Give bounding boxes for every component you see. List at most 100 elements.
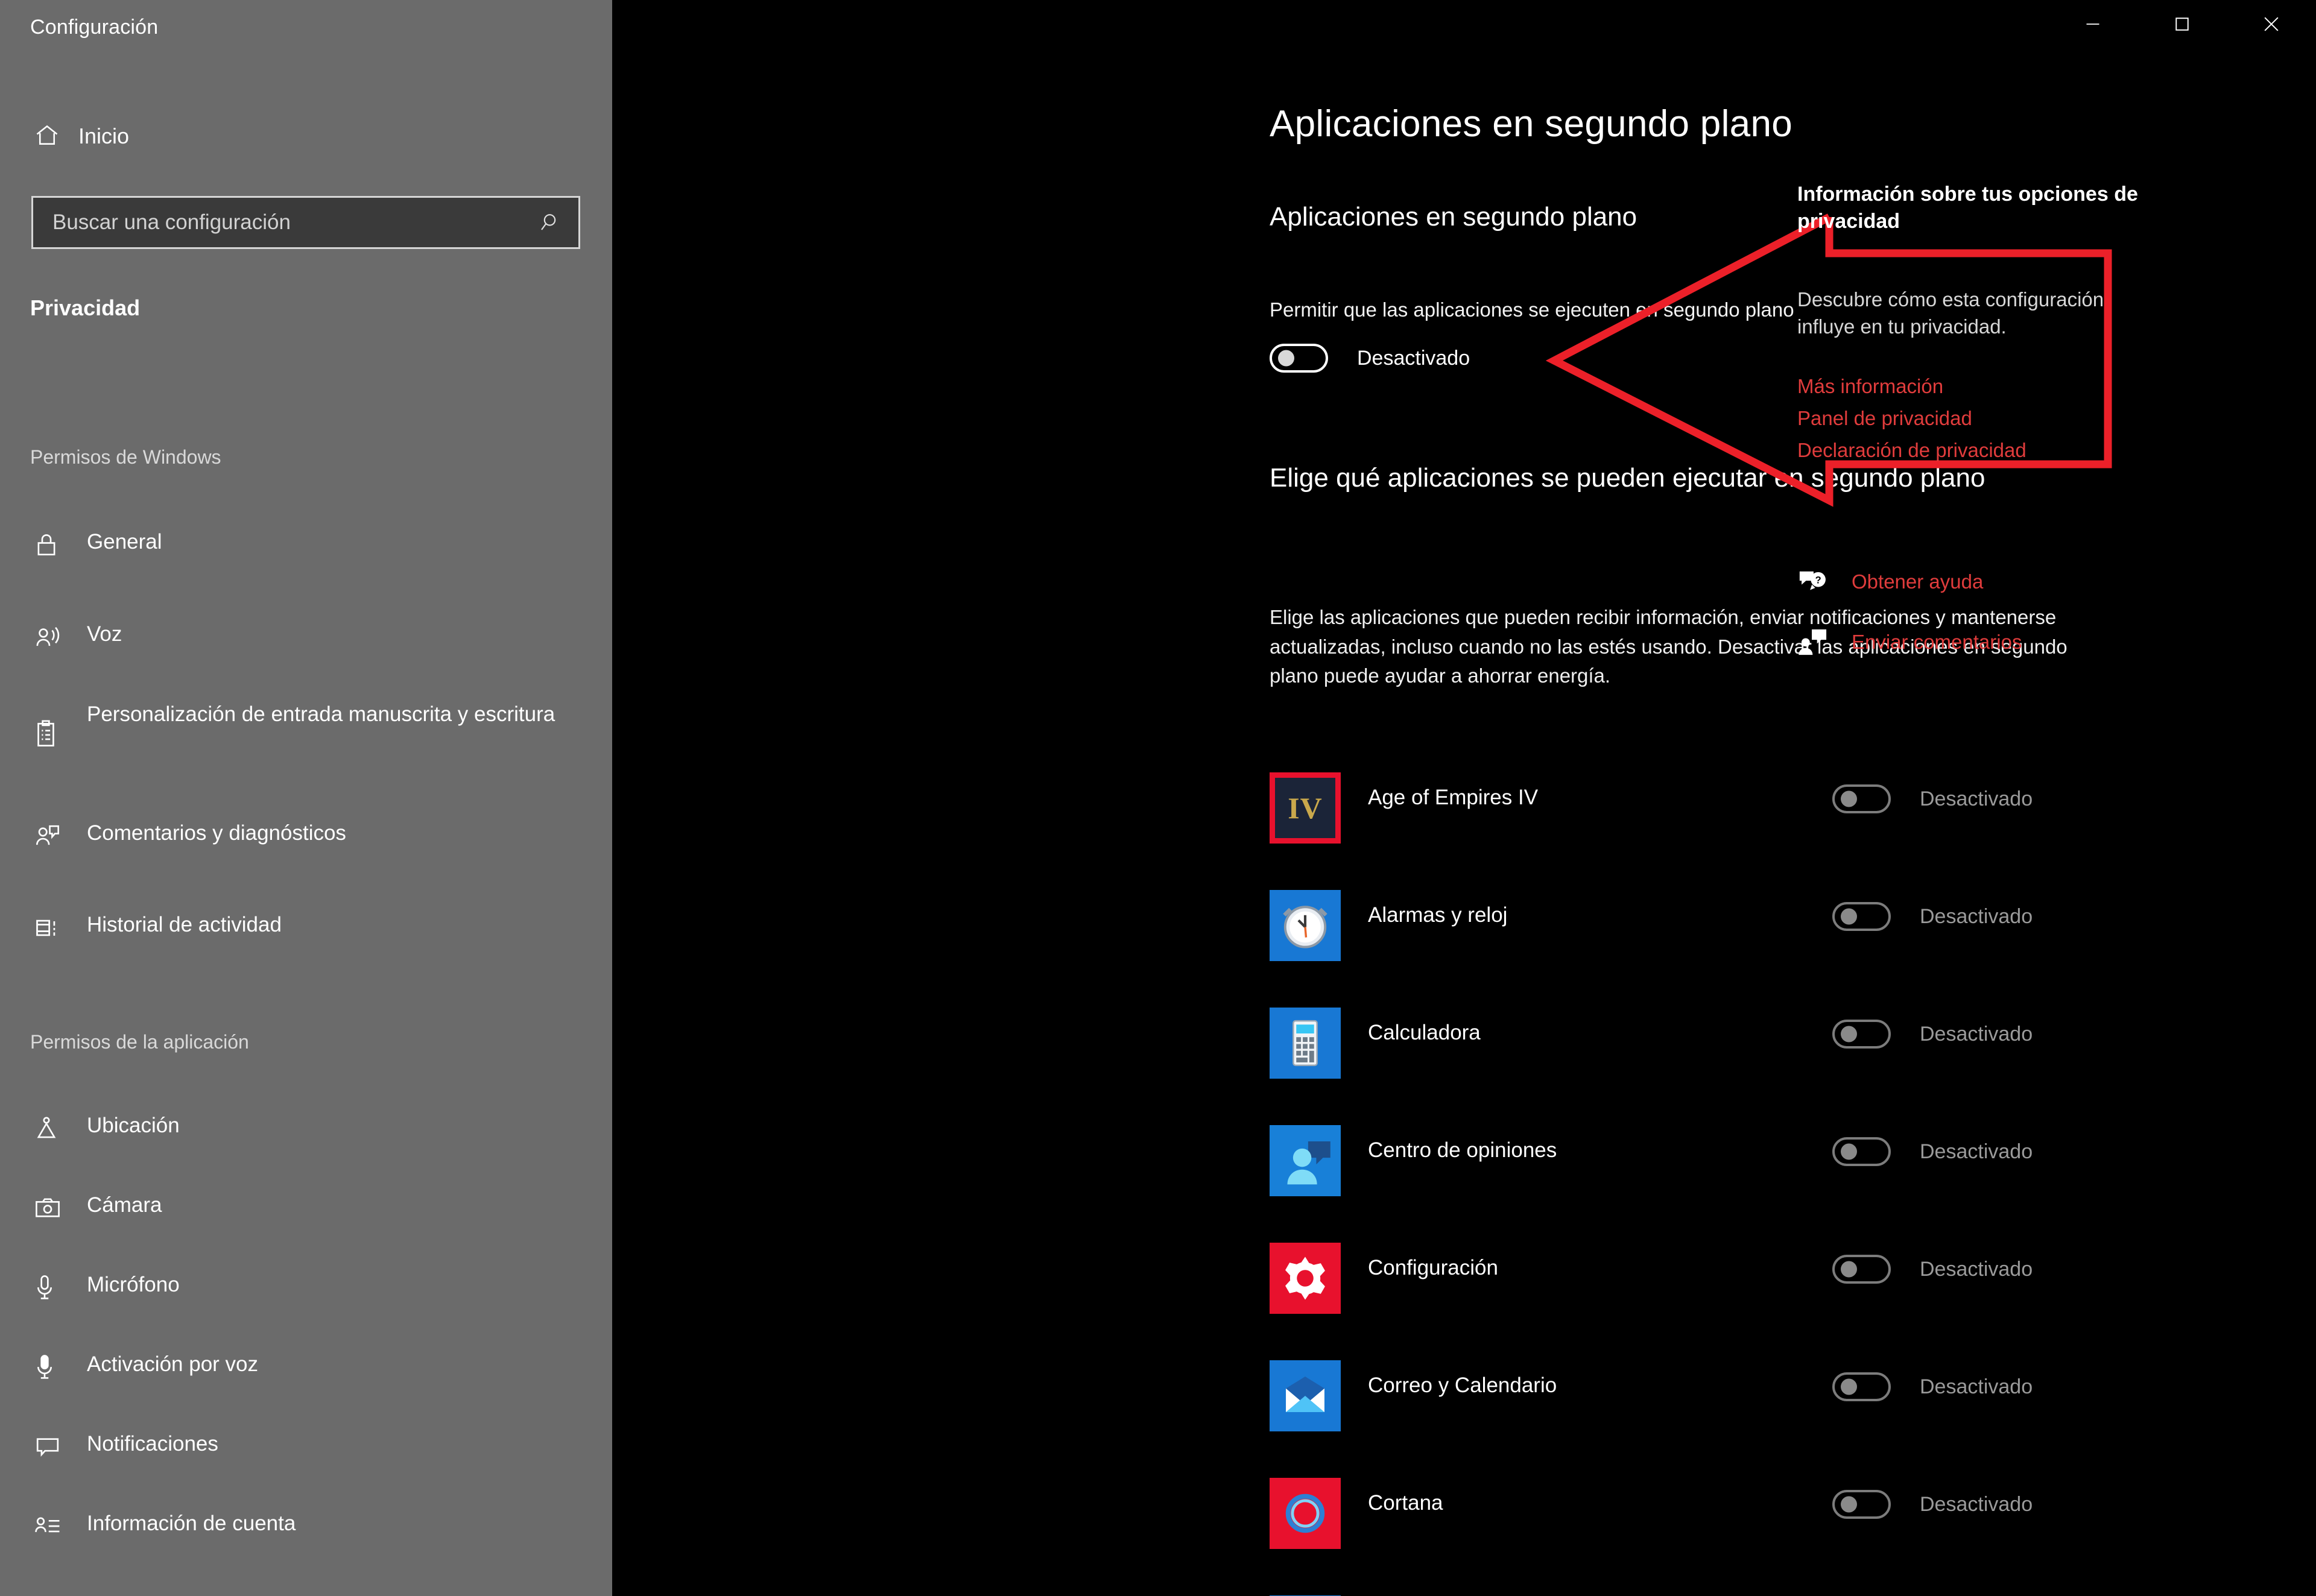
feedback-hub-icon	[1270, 1125, 1341, 1196]
app-name: Cortana	[1368, 1491, 1443, 1515]
get-help-action[interactable]: ? Obtener ayuda	[1797, 567, 1983, 597]
app-toggle-row: Desactivado	[1832, 1137, 2033, 1166]
toggle-knob	[1841, 1496, 1857, 1513]
app-name: Age of Empires IV	[1368, 786, 1539, 809]
sidebar-item-personalizacion-escritura[interactable]: Personalización de entrada manuscrita y …	[21, 692, 587, 760]
get-help-label: Obtener ayuda	[1852, 570, 1984, 593]
sidebar-item-voz[interactable]: Voz	[21, 612, 587, 663]
sidebar-group-heading-windows: Permisos de Windows	[30, 446, 221, 468]
app-name: Correo y Calendario	[1368, 1374, 1557, 1397]
sidebar-item-label: Voz	[87, 622, 122, 646]
sidebar-category-title: Privacidad	[30, 295, 141, 320]
send-feedback-action[interactable]: Enviar comentarios	[1797, 627, 2022, 657]
settings-window: Configuración Inicio Privacidad Permisos…	[0, 0, 2316, 1596]
clipboard-list-icon	[34, 718, 74, 751]
sidebar-item-label: Historial de actividad	[87, 913, 282, 936]
sidebar-group-heading-app: Permisos de la aplicación	[30, 1031, 249, 1053]
settings-gear-icon	[1270, 1243, 1341, 1314]
sidebar-item-label: Cámara	[87, 1193, 162, 1217]
app-toggle[interactable]	[1832, 1490, 1891, 1519]
lock-icon	[34, 528, 74, 562]
app-name: Centro de opiniones	[1368, 1138, 1557, 1162]
app-toggle-state: Desactivado	[1920, 1140, 2033, 1163]
master-toggle-row: Desactivado	[1270, 344, 1470, 373]
app-toggle[interactable]	[1832, 902, 1891, 931]
app-toggle-row: Desactivado	[1832, 1490, 2033, 1519]
toggle-knob	[1841, 1261, 1857, 1278]
toggle-knob	[1278, 350, 1294, 367]
sidebar-item-notificaciones[interactable]: Notificaciones	[21, 1422, 587, 1472]
app-toggle-state: Desactivado	[1920, 904, 2033, 928]
app-name: Alarmas y reloj	[1368, 903, 1508, 927]
app-name: Calculadora	[1368, 1021, 1481, 1044]
table-row: IV Age of Empires IV Desactivado	[1270, 769, 2144, 886]
sidebar-item-ubicacion[interactable]: Ubicación	[21, 1103, 587, 1154]
camera-icon	[34, 1191, 74, 1225]
main-content: Aplicaciones en segundo plano Aplicacion…	[612, 0, 2316, 1596]
table-row: Cortana Desactivado	[1270, 1474, 2144, 1592]
minimize-button[interactable]	[2048, 0, 2137, 48]
sidebar-item-microfono[interactable]: Micrófono	[21, 1263, 587, 1313]
table-row: Calculadora Desactivado	[1270, 1004, 2144, 1121]
table-row: Correo y Calendario Desactivado	[1270, 1357, 2144, 1474]
account-info-icon	[34, 1510, 74, 1544]
section-heading: Aplicaciones en segundo plano	[1270, 202, 1637, 232]
window-title: Configuración	[30, 16, 159, 39]
master-toggle-state: Desactivado	[1357, 346, 1470, 370]
choose-apps-heading: Elige qué aplicaciones se pueden ejecuta…	[1270, 463, 1985, 493]
alarm-clock-icon	[1270, 890, 1341, 961]
send-feedback-label: Enviar comentarios	[1852, 631, 2022, 653]
close-button[interactable]	[2227, 0, 2316, 48]
app-list: IV Age of Empires IV Desactivado Alarmas…	[1270, 769, 2144, 1596]
toggle-knob	[1841, 790, 1857, 807]
sidebar-item-camara[interactable]: Cámara	[21, 1183, 587, 1234]
table-row-partial	[1270, 1592, 2144, 1596]
sidebar-item-activacion-por-voz[interactable]: Activación por voz	[21, 1342, 587, 1393]
page-title: Aplicaciones en segundo plano	[1270, 103, 1793, 145]
table-row: Centro de opiniones Desactivado	[1270, 1121, 2144, 1239]
toggle-knob	[1841, 1026, 1857, 1042]
sidebar-item-label: Notificaciones	[87, 1432, 218, 1456]
maximize-button[interactable]	[2137, 0, 2227, 48]
sidebar: Configuración Inicio Privacidad Permisos…	[0, 0, 612, 1596]
app-toggle-row: Desactivado	[1832, 1255, 2033, 1284]
app-toggle-row: Desactivado	[1832, 784, 2033, 813]
app-toggle[interactable]	[1832, 784, 1891, 813]
app-toggle-row: Desactivado	[1832, 902, 2033, 931]
feedback-person-icon	[34, 819, 74, 853]
app-toggle-state: Desactivado	[1920, 1257, 2033, 1281]
sidebar-item-comentarios-diagnosticos[interactable]: Comentarios y diagnósticos	[21, 811, 587, 862]
app-toggle[interactable]	[1832, 1255, 1891, 1284]
sidebar-home-label: Inicio	[78, 124, 130, 148]
background-apps-toggle[interactable]	[1270, 344, 1328, 373]
sidebar-item-label: Ubicación	[87, 1114, 180, 1137]
calculator-icon	[1270, 1008, 1341, 1079]
link-panel-de-privacidad[interactable]: Panel de privacidad	[1797, 407, 1972, 430]
app-toggle-state: Desactivado	[1920, 1492, 2033, 1516]
toggle-knob	[1841, 908, 1857, 925]
window-controls	[2048, 0, 2316, 48]
right-panel-title: Información sobre tus opciones de privac…	[1797, 183, 2138, 233]
sidebar-item-informacion-de-cuenta[interactable]: Información de cuenta	[21, 1501, 587, 1552]
link-declaracion-de-privacidad[interactable]: Declaración de privacidad	[1797, 439, 2026, 462]
sidebar-item-home[interactable]: Inicio	[21, 112, 587, 161]
app-toggle[interactable]	[1832, 1137, 1891, 1166]
search-input[interactable]	[33, 198, 524, 247]
app-toggle[interactable]	[1832, 1020, 1891, 1049]
help-bubble-icon: ?	[1797, 567, 1827, 597]
mail-icon	[1270, 1360, 1341, 1431]
app-toggle[interactable]	[1832, 1372, 1891, 1401]
permission-label: Permitir que las aplicaciones se ejecute…	[1270, 298, 1794, 321]
table-row: Alarmas y reloj Desactivado	[1270, 886, 2144, 1004]
search-box[interactable]	[31, 196, 580, 249]
voice-activation-icon	[34, 1351, 74, 1384]
sidebar-item-label: Comentarios y diagnósticos	[87, 821, 346, 845]
link-mas-informacion[interactable]: Más información	[1797, 375, 1943, 398]
home-icon	[34, 122, 60, 151]
svg-text:?: ?	[1815, 575, 1821, 586]
activity-history-icon	[34, 911, 74, 945]
search-icon[interactable]	[524, 198, 578, 247]
table-row: Configuración Desactivado	[1270, 1239, 2144, 1357]
sidebar-item-general[interactable]: General	[21, 520, 587, 570]
sidebar-item-historial-actividad[interactable]: Historial de actividad	[21, 903, 587, 953]
